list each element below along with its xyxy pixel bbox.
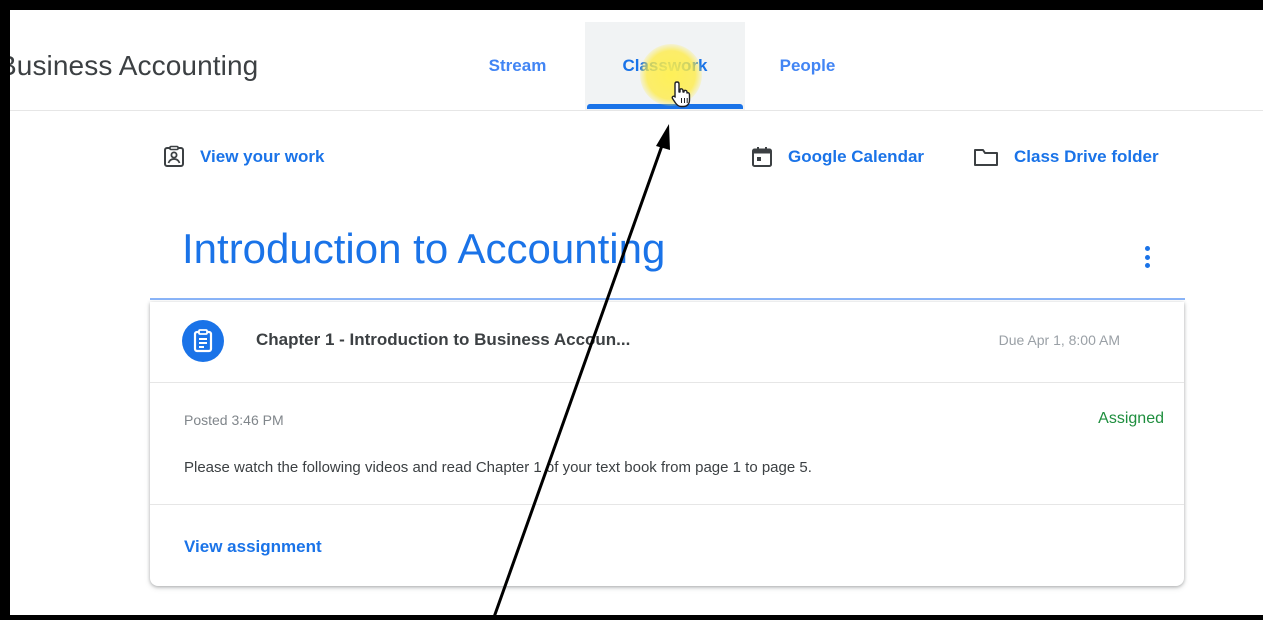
- class-title: Business Accounting: [10, 50, 259, 81]
- tab-people[interactable]: People: [760, 22, 855, 110]
- view-assignment-link[interactable]: View assignment: [184, 537, 322, 557]
- tab-classwork[interactable]: Classwork: [585, 22, 745, 110]
- due-date: Due Apr 1, 8:00 AM: [998, 332, 1120, 348]
- tab-stream[interactable]: Stream: [465, 22, 570, 110]
- assignment-card: Chapter 1 - Introduction to Business Acc…: [150, 302, 1184, 586]
- folder-icon: [974, 149, 998, 166]
- class-header: Business Accounting Stream Classwork Peo…: [10, 10, 1263, 111]
- google-calendar-link[interactable]: Google Calendar: [750, 142, 924, 172]
- more-vert-icon[interactable]: [1135, 242, 1159, 272]
- assignment-card-footer: View assignment: [150, 504, 1184, 587]
- assignment-ind-icon: [164, 145, 184, 167]
- topic-divider: [150, 298, 1185, 300]
- assignment-title: Chapter 1 - Introduction to Business Acc…: [256, 330, 631, 349]
- posted-time: Posted 3:46 PM: [184, 412, 284, 428]
- view-your-work-link[interactable]: View your work: [162, 142, 324, 172]
- assignment-description: Please watch the following videos and re…: [184, 459, 812, 476]
- class-drive-folder-link[interactable]: Class Drive folder: [972, 142, 1159, 172]
- assignment-card-header[interactable]: Chapter 1 - Introduction to Business Acc…: [150, 302, 1184, 383]
- view-your-work-label: View your work: [200, 147, 325, 166]
- class-drive-folder-label: Class Drive folder: [1014, 147, 1159, 166]
- topic-title: Introduction to Accounting: [182, 225, 666, 272]
- active-tab-indicator: [587, 104, 743, 109]
- classroom-window: Business Accounting Stream Classwork Peo…: [10, 10, 1263, 615]
- assignment-icon: [182, 320, 224, 362]
- calendar-icon: [752, 147, 772, 167]
- google-calendar-label: Google Calendar: [788, 147, 925, 166]
- status-badge: Assigned: [1098, 410, 1164, 427]
